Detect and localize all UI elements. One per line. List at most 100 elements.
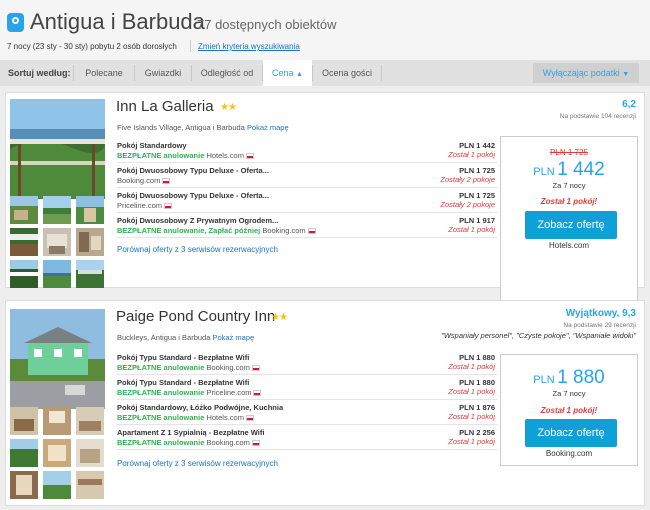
show-map-link[interactable]: Pokaż mapę — [213, 333, 255, 342]
thumbnail-photo[interactable] — [43, 439, 71, 467]
thumbnail-photo[interactable] — [76, 471, 104, 499]
offer-row[interactable]: Pokój Standardowy, Łóżko Podwójne, Kuchn… — [117, 400, 497, 425]
currency: PLN — [533, 374, 555, 386]
thumbnail-photo[interactable] — [10, 407, 38, 435]
thumbnail-photo[interactable] — [10, 439, 38, 467]
offer-source: Booking.com — [206, 438, 250, 447]
tax-filter-label: Wyłączając podatki — [542, 68, 620, 78]
sort-stars[interactable]: Gwiazdki — [135, 60, 191, 86]
offer-price: PLN 2 256 — [459, 428, 495, 437]
rooms-left: Został 1 pokój — [448, 437, 495, 446]
thumbnail-photo[interactable] — [43, 471, 71, 499]
page-title: Antigua i Barbuda — [30, 9, 205, 34]
hotel-location: Buckleys, Antigua i Barbuda Pokaż mapę — [117, 333, 254, 342]
offer-price: PLN 1 876 — [459, 403, 495, 412]
offer-row[interactable]: Pokój Typu Standard - Bezpłatne Wifi BEZ… — [117, 375, 497, 400]
sort-recommended[interactable]: Polecane — [74, 60, 134, 86]
rooms-left: Został 1 pokój — [448, 412, 495, 421]
deal-source: Booking.com — [545, 449, 593, 458]
rating-score: 6,2 — [622, 99, 636, 110]
offer-price: PLN 1 725 — [459, 191, 495, 200]
hotel-photo[interactable] — [10, 309, 105, 409]
offer-price: PLN 1 725 — [459, 166, 495, 175]
thumbnail-photo[interactable] — [10, 228, 38, 256]
results-count: 77 dostępnych obiektów — [197, 17, 337, 32]
flag-icon — [251, 365, 260, 372]
best-price: PLN 1 442 — [501, 159, 637, 181]
location-pin-icon — [7, 13, 24, 32]
sort-distance[interactable]: Odległość od — [192, 60, 262, 86]
nights-label: Za 7 nocy — [552, 181, 586, 190]
offer-row[interactable]: Pokój Dwuosobowy Typu Deluxe - Oferta...… — [117, 188, 497, 213]
location-text: Five Islands Village, Antigua i Barbuda — [117, 123, 245, 132]
offer-details: Booking.com — [117, 176, 171, 185]
pay-later: , Zapłać później — [204, 226, 261, 235]
offer-source: Priceline.com — [117, 201, 163, 210]
hotel-card: Paige Pond Country Inn ★★ Buckleys, Anti… — [5, 300, 645, 506]
thumbnail-photo[interactable] — [76, 228, 104, 256]
offer-source: Hotels.com — [206, 413, 244, 422]
thumbnail-photo[interactable] — [43, 196, 71, 224]
room-name: Pokój Dwuosobowy Z Prywatnym Ogrodem... — [117, 216, 279, 225]
sort-label: Sortuj według: — [8, 68, 71, 78]
best-price: PLN 1 880 — [501, 367, 637, 389]
offer-source: Priceline.com — [206, 388, 252, 397]
rooms-left: Został 1 pokój — [448, 150, 495, 159]
thumbnail-photo[interactable] — [10, 471, 38, 499]
rooms-left-warning: Został 1 pokój! — [540, 197, 598, 206]
offer-row[interactable]: Pokój Dwuosobowy Z Prywatnym Ogrodem... … — [117, 213, 497, 238]
offer-row[interactable]: Pokój Standardowy BEZPŁATNE anulowanie H… — [117, 138, 497, 163]
hotel-name[interactable]: Inn La Galleria — [116, 98, 214, 115]
offer-row[interactable]: Apartament Z 1 Sypialnią - Bezpłatne Wif… — [117, 425, 497, 450]
thumbnail-photo[interactable] — [43, 407, 71, 435]
rating-base: Na podstawie 104 recenzji — [559, 113, 636, 120]
thumbnail-photo[interactable] — [10, 260, 38, 288]
show-map-link[interactable]: Pokaż mapę — [247, 123, 289, 132]
offer-source: Booking.com — [117, 176, 161, 185]
sort-up-icon: ▲ — [296, 71, 303, 78]
offer-details: BEZPŁATNE anulowanie Booking.com — [117, 438, 260, 447]
tax-filter-dropdown[interactable]: Wyłączając podatki ▼ — [533, 63, 639, 83]
sort-price[interactable]: Cena ▲ — [263, 60, 312, 86]
thumbnail-photo[interactable] — [76, 407, 104, 435]
offer-row[interactable]: Pokój Dwuosobowy Typu Deluxe - Oferta...… — [117, 163, 497, 188]
hotel-card: Inn La Galleria ★★ Five Islands Village,… — [5, 92, 645, 302]
review-quotes: "Wspaniały personel", "Czyste pokoje", "… — [441, 331, 636, 340]
flag-icon — [164, 203, 173, 210]
thumbnail-photo[interactable] — [43, 260, 71, 288]
divider — [381, 65, 382, 81]
deal-source: Hotels.com — [548, 241, 589, 250]
price-box: PLN 1 725 PLN 1 442 Za 7 nocy Został 1 p… — [500, 136, 638, 302]
old-price: PLN 1 725 — [550, 148, 588, 157]
compare-offers-link[interactable]: Porównaj oferty z 3 serwisów rezerwacyjn… — [117, 459, 278, 468]
guest-rating: Wyjątkowy, 9,3 Na podstawie 29 recenzji … — [441, 308, 636, 340]
rooms-left: Został 1 pokój — [448, 387, 495, 396]
offer-price: PLN 1 917 — [459, 216, 495, 225]
room-name: Pokój Typu Standard - Bezpłatne Wifi — [117, 353, 250, 362]
free-cancellation: BEZPŁATNE anulowanie — [117, 151, 205, 160]
nights-label: Za 7 nocy — [552, 389, 586, 398]
free-cancellation: BEZPŁATNE anulowanie — [117, 226, 205, 235]
thumbnail-photo[interactable] — [43, 228, 71, 256]
offer-details: BEZPŁATNE anulowanie Hotels.com — [117, 151, 254, 160]
hotel-name[interactable]: Paige Pond Country Inn — [116, 308, 275, 325]
change-criteria-link[interactable]: Zmień kryteria wyszukiwania — [198, 42, 300, 51]
compare-offers-link[interactable]: Porównaj oferty z 3 serwisów rezerwacyjn… — [117, 245, 278, 254]
view-deal-button[interactable]: Zobacz ofertę — [525, 419, 617, 447]
hotel-photo[interactable] — [10, 99, 105, 199]
offer-row[interactable]: Pokój Typu Standard - Bezpłatne Wifi BEZ… — [117, 350, 497, 375]
currency: PLN — [533, 166, 555, 178]
sort-guest-rating[interactable]: Ocena gości — [313, 60, 381, 86]
rooms-left-warning: Został 1 pokój! — [540, 406, 598, 415]
rooms-left: Zostały 2 pokoje — [440, 175, 495, 184]
offer-source: Hotels.com — [206, 151, 244, 160]
thumbnail-photo[interactable] — [10, 196, 38, 224]
thumbnail-photo[interactable] — [76, 439, 104, 467]
guest-rating: 6,2 Na podstawie 104 recenzji — [560, 99, 636, 120]
thumbnail-photo[interactable] — [76, 260, 104, 288]
offer-source: Booking.com — [206, 363, 250, 372]
thumbnail-photo[interactable] — [76, 196, 104, 224]
view-deal-button[interactable]: Zobacz ofertę — [525, 211, 617, 239]
sort-price-label: Cena — [272, 68, 294, 78]
offer-price: PLN 1 880 — [459, 353, 495, 362]
